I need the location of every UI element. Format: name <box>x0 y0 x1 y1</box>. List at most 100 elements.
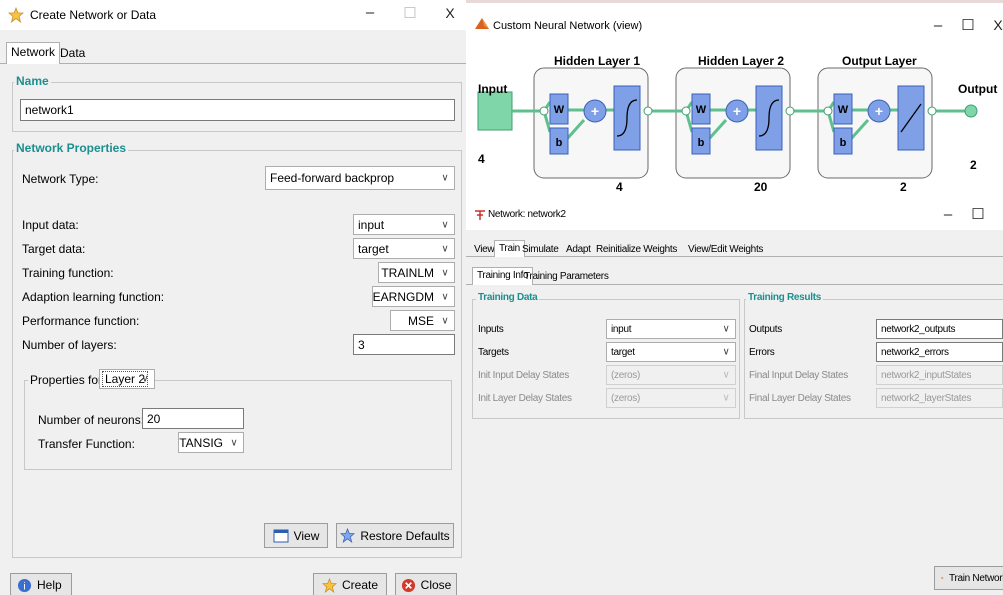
connector-node <box>681 106 691 116</box>
target-data-label: Target data: <box>22 242 86 256</box>
chevron-down-icon: ∨ <box>441 243 449 254</box>
tab-reinitialize-weights[interactable]: Reinitialize Weights <box>592 242 681 257</box>
output-layer-title: Output Layer <box>842 54 917 68</box>
tab-data[interactable]: Data <box>56 44 89 62</box>
network-type-select[interactable]: Feed-forward backprop ∨ <box>265 166 455 190</box>
network-diagram: W b + W b + W b + <box>477 67 978 179</box>
inputs-value: input <box>611 323 632 335</box>
network2-title: Network: network2 <box>488 209 566 220</box>
performance-function-select[interactable]: MSE ∨ <box>390 310 455 331</box>
hidden-layer-2-title: Hidden Layer 2 <box>698 54 785 68</box>
hidden-layer-1-title: Hidden Layer 1 <box>554 54 641 68</box>
minimize-button[interactable]: – <box>936 206 960 223</box>
performance-function-value: MSE <box>407 313 434 328</box>
output-size: 2 <box>970 158 977 172</box>
outputs-field[interactable]: network2_outputs <box>876 319 1003 339</box>
star-icon <box>321 577 337 593</box>
input-block <box>477 91 513 131</box>
input-label: Input <box>478 82 508 96</box>
plus-label: + <box>875 103 883 119</box>
chevron-down-icon: ∨ <box>722 369 730 381</box>
final-input-delay-field[interactable]: network2_inputStates <box>876 365 1003 385</box>
output-layer-size: 2 <box>900 180 907 194</box>
connector-node <box>823 106 833 116</box>
close-button-label: Close <box>420 578 452 592</box>
close-window-button[interactable]: X <box>986 17 1003 33</box>
init-input-delay-select[interactable]: (zeros) ∨ <box>606 365 736 385</box>
name-input[interactable]: network1 <box>20 99 455 121</box>
output-node <box>964 104 978 118</box>
init-input-delay-value: (zeros) <box>611 369 641 381</box>
view-button[interactable]: View <box>264 523 328 548</box>
maximize-button[interactable]: ☐ <box>398 4 422 22</box>
chevron-down-icon: ∨ <box>722 323 730 335</box>
input-data-select[interactable]: input ∨ <box>353 214 455 235</box>
number-of-layers-label: Number of layers: <box>22 338 117 352</box>
hidden-layer-2-size: 20 <box>754 180 768 194</box>
close-window-button[interactable]: X <box>438 5 462 21</box>
connector-node <box>539 106 549 116</box>
init-layer-delay-label: Init Layer Delay States <box>478 393 572 404</box>
transfer-function-value: TANSIG <box>179 435 223 450</box>
training-data-label: Training Data <box>476 292 540 303</box>
star-app-icon <box>8 7 24 23</box>
targets-select[interactable]: target ∨ <box>606 342 736 362</box>
network-icon <box>475 210 485 220</box>
b-label: b <box>698 137 705 149</box>
errors-field[interactable]: network2_errors <box>876 342 1003 362</box>
training-function-select[interactable]: TRAINLM ∨ <box>378 262 455 283</box>
network-type-label: Network Type: <box>22 172 99 186</box>
init-layer-delay-value: (zeros) <box>611 392 641 404</box>
adaption-function-select[interactable]: LEARNGDM ∨ <box>372 286 455 307</box>
hidden-layer-1-size: 4 <box>616 180 623 194</box>
tab-network[interactable]: Network <box>6 42 61 64</box>
connector-node <box>785 106 795 116</box>
minimize-button[interactable]: – <box>358 4 382 21</box>
inputs-select[interactable]: input ∨ <box>606 319 736 339</box>
layer-select[interactable]: Layer 2 ∨ <box>99 369 155 389</box>
outputs-label: Outputs <box>749 324 782 335</box>
training-results-label: Training Results <box>746 292 823 303</box>
chevron-down-icon: ∨ <box>441 315 449 326</box>
close-button[interactable]: Close <box>395 573 457 595</box>
input-size: 4 <box>478 152 485 166</box>
maximize-button[interactable]: ☐ <box>956 16 980 34</box>
minimize-button[interactable]: – <box>926 17 950 34</box>
chevron-down-icon: ∨ <box>722 346 730 358</box>
window-icon <box>273 529 289 542</box>
init-input-delay-label: Init Input Delay States <box>478 370 569 381</box>
restore-defaults-button[interactable]: Restore Defaults <box>336 523 454 548</box>
close-window-button[interactable]: X <box>996 206 1003 222</box>
transfer-function-select[interactable]: TANSIG ∨ <box>178 432 244 453</box>
input-data-label: Input data: <box>22 218 79 232</box>
inputs-label: Inputs <box>478 324 504 335</box>
close-icon <box>401 578 415 592</box>
training-function-value: TRAINLM <box>381 265 434 280</box>
w-label: W <box>838 104 849 116</box>
restore-defaults-label: Restore Defaults <box>360 528 450 543</box>
target-data-select[interactable]: target ∨ <box>353 238 455 259</box>
number-of-neurons-input[interactable]: 20 <box>142 408 244 429</box>
init-layer-delay-select[interactable]: (zeros) ∨ <box>606 388 736 408</box>
train-network-button[interactable]: Train Network <box>934 566 1003 590</box>
number-of-layers-input[interactable]: 3 <box>353 334 455 355</box>
w-label: W <box>696 104 707 116</box>
help-icon: i <box>17 578 32 592</box>
final-layer-delay-field[interactable]: network2_layerStates <box>876 388 1003 408</box>
tab-view-edit-weights[interactable]: View/Edit Weights <box>684 242 767 257</box>
number-of-neurons-label: Number of neurons: <box>38 413 145 427</box>
help-button[interactable]: i Help <box>10 573 72 595</box>
maximize-button[interactable]: ☐ <box>966 205 990 223</box>
tab-adapt[interactable]: Adapt <box>562 242 595 257</box>
properties-for-label: Properties for: <box>28 373 108 387</box>
final-layer-delay-label: Final Layer Delay States <box>749 393 851 404</box>
network-type-value: Feed-forward backprop <box>270 171 395 185</box>
create-button[interactable]: Create <box>313 573 387 595</box>
performance-function-label: Performance function: <box>22 314 140 328</box>
chevron-down-icon: ∨ <box>441 219 449 230</box>
connector-node <box>927 106 937 116</box>
create-window-titlebar: Create Network or Data – ☐ X <box>0 0 466 30</box>
tab-simulate[interactable]: Simulate <box>518 242 563 257</box>
tab-training-parameters[interactable]: Training Parameters <box>520 269 613 284</box>
target-data-value: target <box>358 241 389 256</box>
